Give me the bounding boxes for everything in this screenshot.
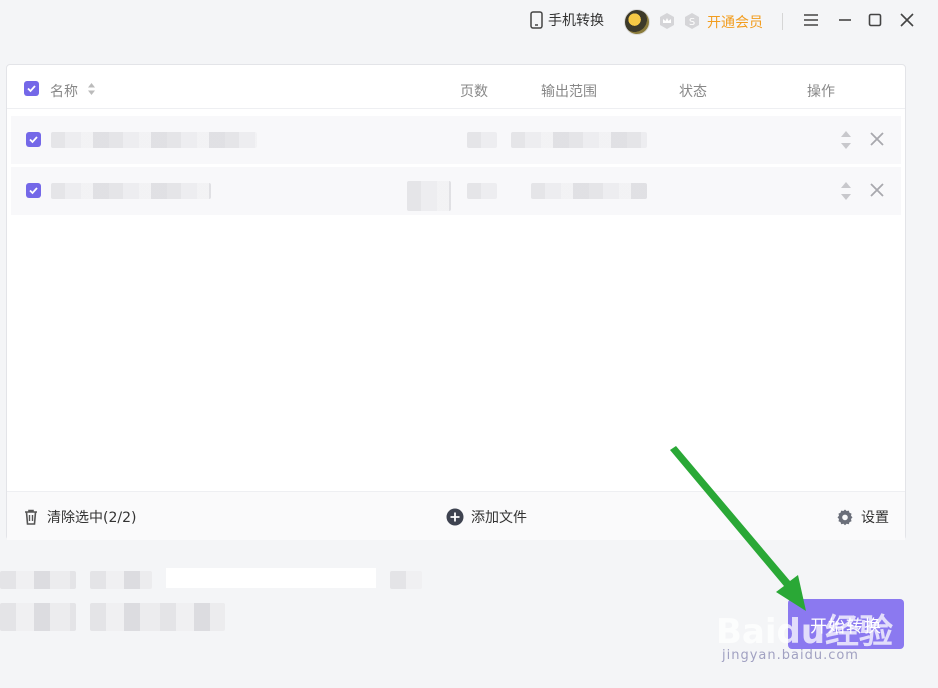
gear-icon [837,509,853,526]
remove-row-icon[interactable] [869,182,885,198]
column-status: 状态 [679,84,707,100]
column-range: 输出范围 [541,84,597,100]
vip-link[interactable]: 开通会员 [707,12,763,32]
row-checkbox[interactable] [26,132,41,147]
blurred-output-option [90,571,152,589]
trash-icon [25,509,37,525]
settings-label: 设置 [861,510,889,526]
blurred-file-name [51,183,211,199]
table-row[interactable] [11,167,901,215]
phone-icon [530,11,543,29]
svg-text:S: S [689,17,695,28]
phone-convert-button[interactable]: 手机转换 [529,10,604,30]
crown-badge-icon[interactable] [658,12,676,30]
reorder-arrows-icon[interactable] [839,179,853,203]
blurred-output-path[interactable] [166,568,376,588]
minimize-icon[interactable] [836,11,854,29]
add-file-button[interactable]: 添加文件 [446,507,527,527]
phone-convert-label: 手机转换 [548,13,604,29]
blurred-page-count [467,132,497,148]
table-row[interactable] [11,116,901,164]
blurred-thumbnail [407,181,451,211]
start-convert-button[interactable]: 开始转换 [788,599,904,649]
titlebar-divider [782,13,783,30]
blurred-range [531,183,647,199]
blurred-option-value[interactable] [90,603,225,631]
avatar[interactable] [624,9,650,35]
menu-icon[interactable] [802,11,820,29]
coin-badge-icon[interactable]: S [683,12,701,30]
column-action: 操作 [807,84,835,100]
maximize-icon[interactable] [866,11,884,29]
check-icon [27,85,36,93]
add-file-label: 添加文件 [471,510,527,526]
column-name: 名称 [50,84,78,100]
blurred-file-name [51,132,257,148]
clear-selected-label: 清除选中(2/2) [47,510,137,526]
settings-button[interactable]: 设置 [836,507,889,527]
row-checkbox[interactable] [26,183,41,198]
clear-selected-button[interactable]: 清除选中(2/2) [22,507,136,527]
check-icon [29,187,38,195]
close-icon[interactable] [898,11,916,29]
blurred-page-count [467,183,497,199]
blurred-output-label [0,571,76,589]
watermark-url: jingyan.baidu.com [722,648,859,663]
table-header: 名称 页数 输出范围 状态 操作 [7,65,905,109]
blurred-range [511,132,647,148]
remove-row-icon[interactable] [869,131,885,147]
column-pages: 页数 [460,84,488,100]
check-icon [29,136,38,144]
blurred-option-label [0,603,76,631]
title-bar: 手机转换 S 开通会员 [0,0,938,42]
sort-icon[interactable] [87,80,96,98]
panel-footer: 清除选中(2/2) 添加文件 设置 [7,491,905,540]
file-list-panel: 名称 页数 输出范围 状态 操作 清除选中(2/2) 添加文件 设置 [6,64,906,540]
blurred-output-button[interactable] [390,571,422,589]
select-all-checkbox[interactable] [24,81,39,96]
reorder-arrows-icon[interactable] [839,128,853,152]
plus-circle-icon [446,508,464,526]
